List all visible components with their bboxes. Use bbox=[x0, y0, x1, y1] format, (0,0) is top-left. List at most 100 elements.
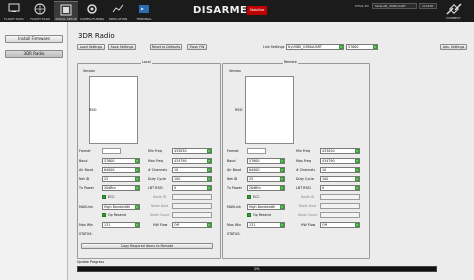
connect-label[interactable]: CONNECT bbox=[446, 16, 461, 20]
local-max-win-select[interactable]: 131 ▾ bbox=[102, 222, 140, 228]
local-duty-cycle-label: Duty Cycle bbox=[148, 177, 166, 181]
local-node-count-field[interactable] bbox=[172, 212, 212, 218]
remote-node-id-field[interactable] bbox=[320, 194, 360, 200]
remote-tx-power-label: Tx Power bbox=[227, 186, 242, 190]
config-icon bbox=[87, 4, 97, 14]
local-lbt-rssi-value: 0 bbox=[174, 186, 177, 190]
copy-to-remote-button[interactable]: Copy Required Items to Remote bbox=[81, 243, 213, 249]
remote-format-field[interactable] bbox=[247, 148, 266, 154]
remote-duty-cycle-select[interactable]: 100 ▾ bbox=[320, 176, 360, 182]
local-op-resend-checkbox[interactable] bbox=[102, 213, 106, 217]
remote-net-id-label: Net ID bbox=[227, 177, 238, 181]
link-port-select[interactable]: ttyUSB0_USBtoUART ▾ bbox=[286, 44, 344, 50]
local-hw-flow-label: HW Flow bbox=[153, 223, 168, 227]
local-format-field[interactable] bbox=[102, 148, 121, 154]
nav-config-tuning[interactable]: CONFIG/TUNING bbox=[80, 1, 104, 21]
remote-status-label: STATUS: bbox=[227, 232, 241, 236]
remote-max-win-select[interactable]: 131 ▾ bbox=[247, 222, 285, 228]
local-baud-value: 57600 bbox=[104, 159, 115, 163]
remote-node-dest-label: Node Dest bbox=[299, 204, 317, 208]
remote-baud-label: Baud bbox=[227, 159, 236, 163]
local-tx-power-select[interactable]: 20dBm ▾ bbox=[102, 185, 140, 191]
local-hw-flow-select[interactable]: Off ▾ bbox=[172, 222, 212, 228]
3dr-radio-button[interactable]: 3DR Radio bbox=[5, 50, 63, 58]
local-title: Local bbox=[141, 60, 152, 64]
remote-max-win-value: 131 bbox=[249, 223, 256, 227]
remote-title: Remote bbox=[283, 60, 298, 64]
remote-baud-select[interactable]: 57600 ▾ bbox=[247, 158, 285, 164]
remote-op-resend-checkbox[interactable] bbox=[247, 213, 251, 217]
adv-settings-button[interactable]: Adv. Settings bbox=[440, 44, 467, 50]
local-mavlink-select[interactable]: High Bandwidth ▾ bbox=[102, 204, 140, 210]
remote-node-count-label: Node Count bbox=[298, 213, 318, 217]
local-channels-select[interactable]: 10 ▾ bbox=[172, 167, 212, 173]
remote-duty-cycle-value: 100 bbox=[322, 177, 329, 181]
remote-version-label: Version bbox=[229, 69, 242, 73]
local-mavlink-value: High Bandwidth bbox=[104, 205, 131, 209]
remote-mavlink-select[interactable]: High Bandwidth ▾ bbox=[247, 204, 285, 210]
remote-channels-value: 10 bbox=[322, 168, 327, 172]
monitor-icon bbox=[8, 3, 20, 12]
local-tx-power-value: 20dBm bbox=[104, 186, 116, 190]
local-baud-label: Baud bbox=[79, 159, 88, 163]
local-node-dest-field[interactable] bbox=[172, 203, 212, 209]
local-net-id-select[interactable]: 25 ▾ bbox=[102, 176, 140, 182]
remote-tx-power-select[interactable]: 20dBm ▾ bbox=[247, 185, 285, 191]
local-max-freq-select[interactable]: 434790 ▾ bbox=[172, 158, 212, 164]
remote-min-freq-select[interactable]: 433050 ▾ bbox=[320, 148, 360, 154]
update-progress-label: Update Progress bbox=[77, 260, 105, 264]
nav-flight-data[interactable]: FLIGHT DATA bbox=[2, 1, 26, 21]
local-version-label: Version bbox=[83, 69, 96, 73]
nav-flight-plan[interactable]: FLIGHT PLAN bbox=[28, 1, 52, 21]
nav-terminal[interactable]: TERMINAL bbox=[132, 1, 156, 21]
local-op-resend-label: Op Resend bbox=[108, 213, 126, 217]
remote-air-baud-select[interactable]: 64000 ▾ bbox=[247, 167, 285, 173]
link-baud-select[interactable]: 57600 ▾ bbox=[346, 44, 378, 50]
update-progress-text: 0% bbox=[254, 267, 260, 271]
remote-hw-flow-value: Off bbox=[322, 223, 327, 227]
chevron-down-icon: ▾ bbox=[207, 177, 211, 181]
remote-node-dest-field[interactable] bbox=[320, 203, 360, 209]
port-select[interactable]: SIL2LAB_USBtoUART bbox=[372, 3, 417, 9]
local-air-baud-value: 64000 bbox=[104, 168, 115, 172]
local-node-id-field[interactable] bbox=[172, 194, 212, 200]
remote-channels-label: # Channels bbox=[296, 168, 316, 172]
remote-max-freq-select[interactable]: 434790 ▾ bbox=[320, 158, 360, 164]
remote-ecc-checkbox[interactable] bbox=[247, 195, 251, 199]
chevron-down-icon: ▾ bbox=[339, 45, 343, 49]
local-air-baud-select[interactable]: 64000 ▾ bbox=[102, 167, 140, 173]
install-firmware-button[interactable]: Install Firmware bbox=[5, 35, 63, 43]
flash-fw-button[interactable]: Flash FW bbox=[187, 44, 207, 50]
baud-select[interactable]: 115200 bbox=[419, 3, 437, 9]
chevron-down-icon: ▾ bbox=[355, 168, 359, 172]
remote-tx-power-value: 20dBm bbox=[249, 186, 261, 190]
remote-net-id-select[interactable]: 25 ▾ bbox=[247, 176, 285, 182]
remote-min-freq-value: 433050 bbox=[322, 149, 335, 153]
chevron-down-icon: ▾ bbox=[135, 177, 139, 181]
local-baud-select[interactable]: 57600 ▾ bbox=[102, 158, 140, 164]
local-min-freq-select[interactable]: 433050 ▾ bbox=[172, 148, 212, 154]
remote-channels-select[interactable]: 10 ▾ bbox=[320, 167, 360, 173]
nav-simulation[interactable]: SIMULATION bbox=[106, 1, 130, 21]
remote-lbt-rssi-select[interactable]: 0 ▾ bbox=[320, 185, 360, 191]
remote-hw-flow-select[interactable]: Off ▾ bbox=[320, 222, 360, 228]
nav-initial-setup[interactable]: INITIAL SETUP bbox=[54, 1, 78, 21]
chevron-down-icon: ▾ bbox=[355, 159, 359, 163]
local-hw-flow-value: Off bbox=[174, 223, 179, 227]
nav-flight-plan-label: FLIGHT PLAN bbox=[30, 17, 50, 21]
local-ecc-checkbox[interactable] bbox=[102, 195, 106, 199]
save-settings-button[interactable]: Save Settings bbox=[108, 44, 136, 50]
reset-defaults-button[interactable]: Reset to Defaults bbox=[150, 44, 182, 50]
local-lbt-rssi-select[interactable]: 0 ▾ bbox=[172, 185, 212, 191]
remote-node-count-field[interactable] bbox=[320, 212, 360, 218]
load-settings-button[interactable]: Load Settings bbox=[77, 44, 105, 50]
link-settings-label: Link Settings bbox=[263, 45, 285, 49]
top-toolbar: FLIGHT DATA FLIGHT PLAN INITIAL SETUP CO… bbox=[0, 0, 474, 22]
connect-icon[interactable] bbox=[445, 2, 463, 16]
remote-version-box bbox=[245, 76, 294, 144]
remote-max-freq-label: Max Freq bbox=[296, 159, 311, 163]
local-duty-cycle-select[interactable]: 100 ▾ bbox=[172, 176, 212, 182]
update-progress-bar: 0% bbox=[77, 266, 437, 272]
link-port-value: ttyUSB0_USBtoUART bbox=[288, 45, 322, 49]
local-tx-power-label: Tx Power bbox=[79, 186, 94, 190]
